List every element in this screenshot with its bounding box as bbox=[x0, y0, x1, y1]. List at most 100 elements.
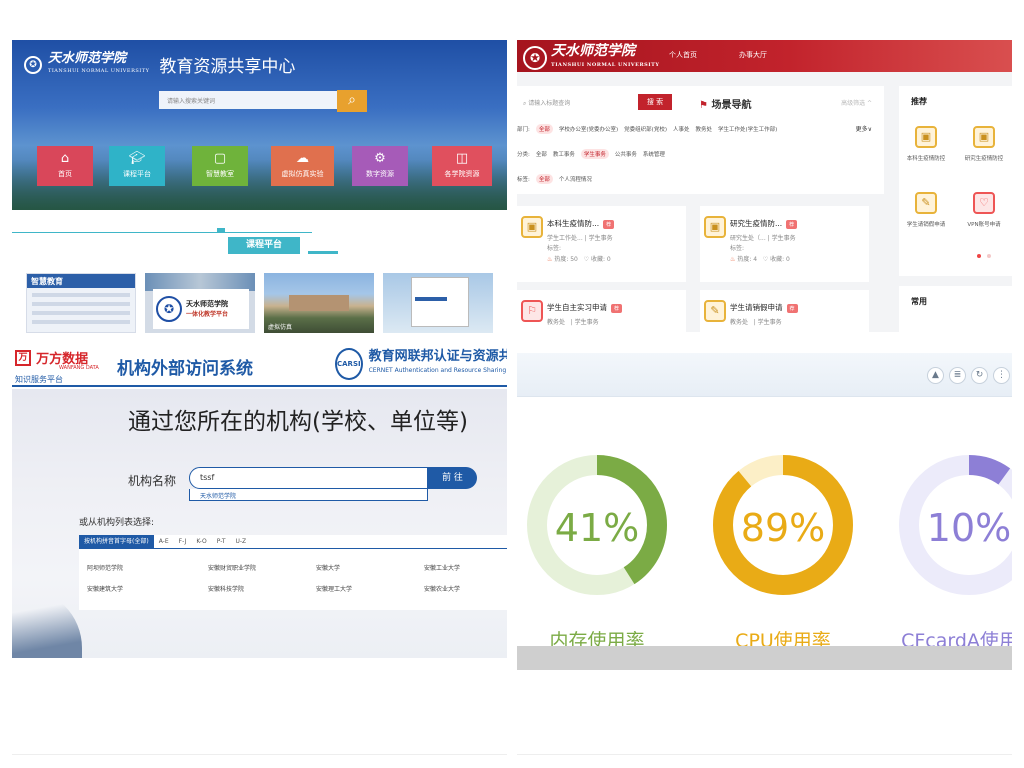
carsi-logo: CARSI 教育网联邦认证与资源共享CERNET Authentication … bbox=[335, 348, 507, 380]
nav-service-hall[interactable]: 办事大厅 bbox=[739, 50, 767, 60]
search-button[interactable]: ⌕ bbox=[337, 90, 367, 112]
institution-link[interactable]: 安徽建筑大学 bbox=[87, 584, 123, 593]
top-bar: ✪ 天水师范学院 TIANSHUI NORMAL UNIVERSITY 个人首页 … bbox=[517, 40, 1012, 72]
book-icon: ◫ bbox=[455, 151, 469, 166]
recommend-item[interactable]: ▣ 本科生疫情防控 bbox=[899, 126, 953, 162]
section-divider bbox=[12, 232, 312, 233]
more-link[interactable]: 更多∨ bbox=[856, 124, 872, 133]
filter-option[interactable]: 系统管理 bbox=[643, 150, 665, 158]
cloud-icon: ☁ bbox=[296, 151, 309, 166]
institution-link[interactable]: 安徽农业大学 bbox=[424, 584, 460, 593]
page-title: 机构外部访问系统 bbox=[117, 359, 253, 379]
lamp-icon: ✎ bbox=[704, 300, 726, 322]
carousel-dots[interactable] bbox=[977, 254, 991, 258]
filter-option[interactable]: 公共事务 bbox=[615, 150, 637, 158]
recommend-item[interactable]: ♡ VPN账号申请 bbox=[957, 192, 1011, 228]
institution-link[interactable]: 阿坝师范学院 bbox=[87, 563, 123, 572]
home-icon: ⌂ bbox=[60, 151, 70, 166]
filter-option[interactable]: 个人流程情况 bbox=[559, 175, 592, 183]
go-button[interactable]: 前 往 bbox=[428, 467, 477, 489]
recommend-item[interactable]: ▣ 研究生疫情防控 bbox=[957, 126, 1011, 162]
divider bbox=[12, 754, 507, 755]
school-logo[interactable]: 天水师范学院 TIANSHUI NORMAL UNIVERSITY bbox=[48, 52, 149, 77]
school-seal-icon: ✪ bbox=[523, 46, 547, 70]
advanced-filter-link[interactable]: 高级筛选 ^ bbox=[841, 98, 872, 107]
institution-link[interactable]: 安徽科技学院 bbox=[208, 584, 244, 593]
tab-all[interactable]: 按机构拼音首字母(全部) bbox=[79, 534, 154, 549]
flag-icon: ⚐ bbox=[521, 300, 543, 322]
filter-option[interactable]: 学校办公室(党委办公室) bbox=[559, 125, 618, 133]
login-area: 通过您所在的机构(学校、单位等) 机构名称 tssf 前 往 天水师范学院 或从… bbox=[12, 389, 507, 658]
tab-u-z[interactable]: U-Z bbox=[230, 538, 251, 545]
lamp-icon: ✎ bbox=[915, 192, 937, 214]
service-card[interactable]: ▣ 研究生疫情防... 荐 研究生处（... | 学生事务 标签: ♨ 热度: 4… bbox=[700, 206, 869, 282]
site-header: ✪ 天水师范学院 TIANSHUI NORMAL UNIVERSITY 教育资源共… bbox=[24, 52, 295, 77]
nav-virtual-lab[interactable]: ☁ 虚拟仿真实验 bbox=[271, 146, 334, 186]
course-thumb-teaching-platform[interactable]: ✪ 天水师范学院 一体化教学平台 bbox=[145, 273, 255, 333]
filter-option[interactable]: 全部 bbox=[536, 150, 547, 158]
tab-a-e[interactable]: A-E bbox=[154, 538, 174, 545]
search-input[interactable]: ⌕ 请输入标题查询 bbox=[521, 96, 637, 110]
filter-option[interactable]: 学生工作处(学生工作部) bbox=[718, 125, 777, 133]
course-thumb-smart-edu[interactable]: 智慧教育 bbox=[26, 273, 136, 333]
recommend-panel: 推荐 ▣ 本科生疫情防控 ▣ 研究生疫情防控 ✎ 学生请销假申请 ♡ VPN账号申请 bbox=[899, 86, 1012, 276]
list-icon[interactable]: ≣ bbox=[949, 367, 966, 384]
divider bbox=[517, 754, 1012, 755]
nav-course-platform[interactable]: 🎓︎ 课程平台 bbox=[109, 146, 165, 186]
institution-link[interactable]: 安徽大学 bbox=[316, 563, 340, 572]
nav-personal-home[interactable]: 个人首页 bbox=[669, 50, 697, 60]
filter-option[interactable]: 人事处 bbox=[673, 125, 690, 133]
search-icon: ⌕ bbox=[348, 92, 356, 108]
tab-p-t[interactable]: P-T bbox=[212, 538, 231, 545]
wanfang-logo[interactable]: 万 万方数据 WANFANG DATA 知识服务平台 bbox=[15, 347, 105, 385]
filter-option[interactable]: 学生事务 bbox=[580, 149, 609, 159]
nav-college-resources[interactable]: ◫ 各学院资源 bbox=[432, 146, 492, 186]
search-input[interactable]: 请输入搜索关键词 bbox=[159, 91, 337, 109]
course-thumb-login[interactable] bbox=[383, 273, 493, 333]
filter-option[interactable]: 党委组织部(党校) bbox=[624, 125, 667, 133]
service-card[interactable]: ✎ 学生请销假申请荐 教务处 | 学生事务 bbox=[700, 290, 869, 332]
horizontal-scrollbar[interactable] bbox=[517, 646, 1012, 670]
filter-option[interactable]: 全部 bbox=[535, 174, 553, 184]
institution-input[interactable]: tssf bbox=[189, 467, 428, 489]
service-card[interactable]: ▣ 本科生疫情防... 荐 学生工作处... | 学生事务 标签: ♨ 热度: 5… bbox=[517, 206, 686, 282]
gauge-percent: 89% bbox=[740, 506, 826, 550]
fire-icon: ♨ bbox=[730, 256, 736, 263]
filter-option[interactable]: 全部 bbox=[535, 124, 553, 134]
filter-option[interactable]: 教工事务 bbox=[553, 150, 575, 158]
toolbar: ▲ ≣ ↻ ⋮ bbox=[517, 353, 1012, 397]
scene-nav[interactable]: ⚑ 场景导航 bbox=[699, 96, 751, 111]
shield-icon: ▣ bbox=[521, 216, 543, 238]
institution-link[interactable]: 安徽财贸职业学院 bbox=[208, 563, 256, 572]
eject-icon[interactable]: ▲ bbox=[927, 367, 944, 384]
section-divider-mark bbox=[217, 228, 225, 233]
resource-center-panel: ✪ 天水师范学院 TIANSHUI NORMAL UNIVERSITY 教育资源共… bbox=[12, 40, 507, 333]
filter-option[interactable]: 教务处 bbox=[695, 125, 712, 133]
site-title: 教育资源共享中心 bbox=[159, 57, 296, 77]
institution-link[interactable]: 安徽工业大学 bbox=[424, 563, 460, 572]
menu-icon[interactable]: ⋮ bbox=[993, 367, 1010, 384]
recommend-item[interactable]: ✎ 学生请销假申请 bbox=[899, 192, 953, 228]
refresh-icon[interactable]: ↻ bbox=[971, 367, 988, 384]
search-button[interactable]: 搜 索 bbox=[638, 94, 672, 110]
shield-icon: ▣ bbox=[973, 126, 995, 148]
nav-digital-resources[interactable]: ⚙ 数字资源 bbox=[352, 146, 408, 186]
nav-home[interactable]: ⌂ 首页 bbox=[37, 146, 93, 186]
list-label: 或从机构列表选择: bbox=[79, 518, 155, 528]
suggestion-item[interactable]: 天水师范学院 bbox=[189, 489, 428, 501]
shield-icon: ▣ bbox=[915, 126, 937, 148]
scrollbar-thumb[interactable] bbox=[517, 646, 1012, 670]
common-panel: 常用 bbox=[899, 286, 1012, 332]
map-icon: ⚑ bbox=[699, 100, 708, 111]
tab-f-j[interactable]: F-J bbox=[174, 538, 192, 545]
filter-tag: 标签: 全部 个人流程情况 bbox=[517, 174, 592, 184]
school-logo[interactable]: ✪ 天水师范学院 TIANSHUI NORMAL UNIVERSITY bbox=[523, 44, 659, 72]
gear-icon: ⚙ bbox=[374, 151, 386, 166]
course-thumb-campus[interactable]: 虚拟仿真 bbox=[264, 273, 374, 333]
service-hall-panel: ✪ 天水师范学院 TIANSHUI NORMAL UNIVERSITY 个人首页 … bbox=[517, 40, 1012, 332]
tab-k-o[interactable]: K-O bbox=[191, 538, 211, 545]
service-card[interactable]: ⚐ 学生自主实习申请荐 教务处 | 学生事务 bbox=[517, 290, 686, 332]
nav-smart-classroom[interactable]: ▢ 智慧教室 bbox=[192, 146, 248, 186]
institution-link[interactable]: 安徽理工大学 bbox=[316, 584, 352, 593]
filter-dept: 部门: 全部 学校办公室(党委办公室) 党委组织部(党校) 人事处 教务处 学生… bbox=[517, 124, 777, 134]
